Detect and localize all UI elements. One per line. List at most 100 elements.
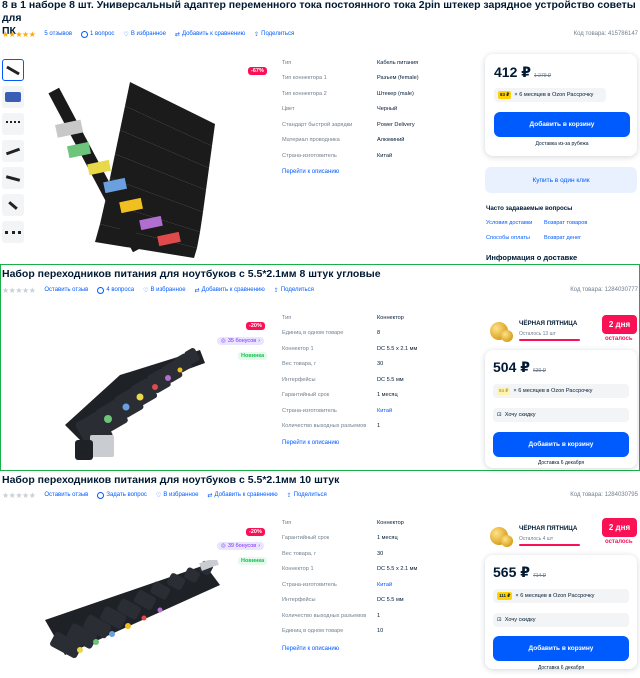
bonus-badge[interactable]: ◎ 39 бонусов › [217,542,265,550]
country-link[interactable]: Китай [377,408,392,414]
product-image[interactable] [60,345,210,465]
adapter-tips-image [48,82,215,258]
spec-row: Вес товара, г 30 [282,361,384,368]
heart-icon: ♡ [123,31,129,38]
current-price: 412 ₽ [494,64,531,80]
favorite-link[interactable]: ♡ В избранное [143,287,186,294]
ask-question-link[interactable]: Задать вопрос [97,491,147,499]
bonus-badge[interactable]: ◎ 35 бонусов › [217,337,265,345]
want-discount-button[interactable]: ⊡ Хочу скидку [493,613,629,627]
want-discount-button[interactable]: ⊡ Хочу скидку [493,408,629,422]
compare-link[interactable]: ⇄ Добавить к сравнению [195,287,265,294]
price-box: 412 ₽ 1 279 ₽ 83 ₽ × 6 месяцев в Ozon Ра… [485,54,637,156]
go-to-description-link[interactable]: Перейти к описанию [282,440,339,446]
new-badge: Новинка [238,352,268,360]
spec-row: Единиц в одном товаре 8 [282,330,381,337]
spec-row: Страна-изготовитель Китай [282,407,393,414]
delivery-text: Доставка 6 декабря [537,665,585,671]
product-meta-bar: ★★★★★ Оставить отзыв Задать вопрос ♡ В из… [2,490,638,500]
rating-stars[interactable]: ★★★★★ [2,491,36,500]
thumbnail[interactable] [2,167,24,189]
compare-icon: ⇄ [207,492,213,499]
installment-row[interactable]: 84 ₽ × 6 месяцев в Ozon Рассрочку [493,384,629,398]
stock-bar [519,544,580,546]
days-left-badge: 2 дня [602,518,637,537]
go-to-description-link[interactable]: Перейти к описанию [282,169,339,175]
country-link[interactable]: Китай [377,582,392,588]
leave-review-link[interactable]: Оставить отзыв [44,287,88,293]
heart-icon: ♡ [143,287,149,294]
questions-link[interactable]: 1 вопрос [81,30,114,38]
bonus-icon: ◎ [221,543,226,549]
thumbnail[interactable] [2,194,24,216]
days-left-badge: 2 дня [602,315,637,334]
installment-row[interactable]: 83 ₽ × 6 месяцев в Ozon Рассрочку [494,88,606,102]
product-meta-bar: ★★★★★ Оставить отзыв 4 вопроса ♡ В избран… [2,285,638,295]
thumbnail[interactable] [2,59,24,81]
questions-link[interactable]: 4 вопроса [97,286,134,294]
price-row: 565 ₽ 714 ₽ [493,564,546,581]
product-image[interactable] [40,62,260,262]
installment-badge: 111 ₽ [497,592,513,600]
go-to-description-link[interactable]: Перейти к описанию [282,646,339,652]
buy-one-click-button[interactable]: Купить в один клик [485,167,637,193]
black-friday-title: ЧЁРНАЯ ПЯТНИЦА [519,525,578,532]
chat-icon [97,491,105,499]
old-price: 714 ₽ [533,573,546,579]
favorite-link[interactable]: ♡ В избранное [156,492,199,499]
spec-row: Тип коннектора 2 Штекер (male) [282,90,414,97]
installment-text: × 6 месяцев в Ozon Рассрочку [514,92,594,98]
spec-row: Гарантийный срок 1 месяц [282,392,398,399]
add-to-cart-button[interactable]: Добавить в корзину [494,112,630,137]
spec-row: Количество выходных разъемов 1 [282,423,381,430]
current-price: 565 ₽ [493,564,530,580]
delivery-text: Доставка из-за рубежа [535,141,589,147]
installment-text: × 6 месяцев в Ozon Рассрочку [515,593,595,599]
old-price: 630 ₽ [533,368,546,374]
installment-badge: 83 ₽ [498,91,512,99]
faq-link-refund[interactable]: Возврат денег [544,235,581,241]
faq-link-returns[interactable]: Возврат товаров [544,220,587,226]
spec-row: Тип Кабель питания [282,59,419,66]
delivery-info-title: Информация о доставке [486,253,578,262]
share-link[interactable]: ⇪ Поделиться [254,31,294,38]
add-to-cart-button[interactable]: Добавить в корзину [493,636,629,661]
delivery-text: Доставка 6 декабря [537,460,585,466]
thumbnail-list [2,59,24,243]
rating-stars[interactable]: ★★★★★ [2,30,36,39]
faq-link-delivery[interactable]: Условия доставки [486,220,532,226]
thumbnail[interactable] [2,140,24,162]
chevron-right-icon: › [258,543,261,549]
bonus-icon: ◎ [221,338,226,344]
spec-row: Количество выходных разъемов 1 [282,612,381,619]
reviews-link[interactable]: 5 отзывов [44,31,72,37]
compare-link[interactable]: ⇄ Добавить к сравнению [207,492,277,499]
installment-row[interactable]: 111 ₽ × 6 месяцев в Ozon Рассрочку [493,589,629,603]
thumbnail[interactable] [2,221,24,243]
share-link[interactable]: ⇪ Поделиться [274,287,314,294]
spec-row: Цвет Черный [282,106,398,113]
old-price: 1 279 ₽ [534,73,552,79]
share-icon: ⇪ [286,492,292,499]
discount-icon: ⊡ [497,412,502,418]
price-box: 565 ₽ 714 ₽ 111 ₽ × 6 месяцев в Ozon Рас… [485,555,637,669]
share-link[interactable]: ⇪ Поделиться [287,492,327,499]
spec-row: Тип коннектора 1 Разъем (female) [282,75,419,82]
leave-review-link[interactable]: Оставить отзыв [44,492,88,498]
days-left-label: осталось [605,336,633,342]
faq-link-payment[interactable]: Способы оплаты [486,235,530,241]
favorite-link[interactable]: ♡ В избранное [123,31,166,38]
thumbnail[interactable] [2,86,24,108]
chat-icon [81,30,89,38]
spec-list: Тип Коннектор Единиц в одном товаре 8 Конн… [282,310,417,434]
thumbnail[interactable] [2,113,24,135]
share-icon: ⇪ [254,31,260,38]
rating-stars[interactable]: ★★★★★ [2,286,36,295]
add-to-cart-button[interactable]: Добавить в корзину [493,432,629,457]
compare-link[interactable]: ⇄ Добавить к сравнению [175,31,245,38]
compare-icon: ⇄ [174,31,180,38]
spec-row: Тип Коннектор [282,314,404,321]
product-image[interactable] [40,560,230,670]
chevron-right-icon: › [258,338,261,344]
spec-row: Интерфейсы DC 5.5 мм [282,597,404,604]
